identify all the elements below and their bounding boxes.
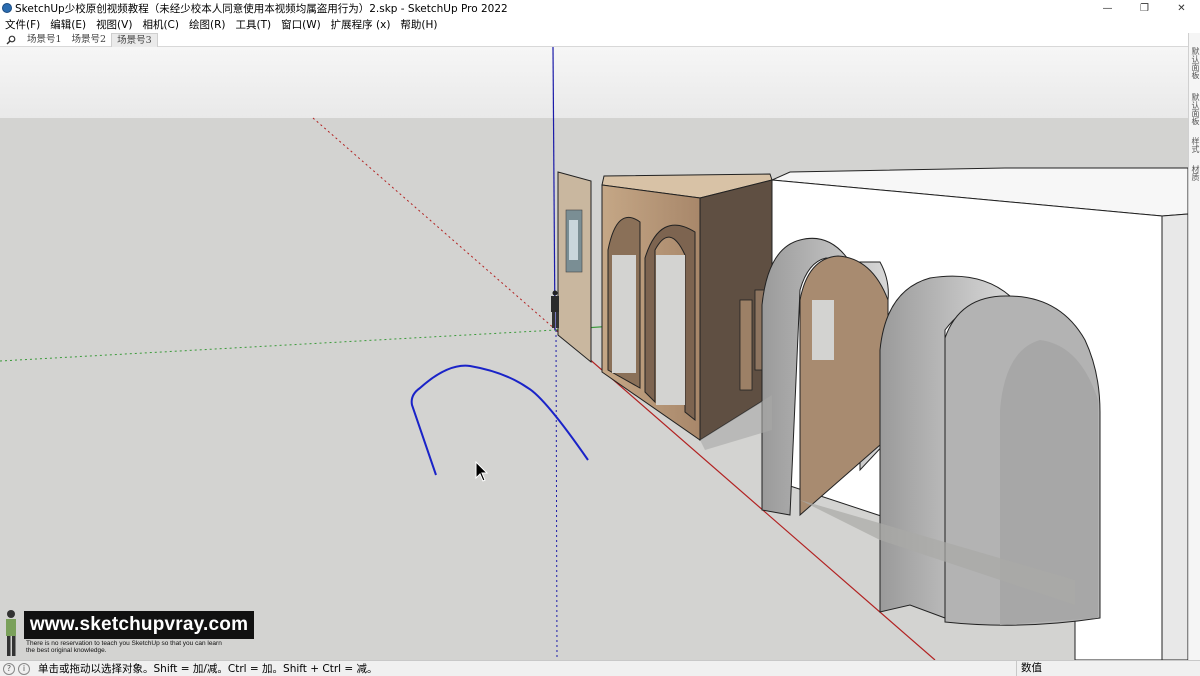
scale-figure	[551, 290, 559, 328]
measurements-box[interactable]: 数值	[1016, 661, 1200, 676]
menu-tools[interactable]: 工具(T)	[230, 17, 276, 32]
menu-help[interactable]: 帮助(H)	[395, 17, 442, 32]
menu-view[interactable]: 视图(V)	[91, 17, 137, 32]
tray-tab-2[interactable]: 默认面板	[1190, 93, 1200, 125]
sky	[0, 47, 1188, 118]
scene-tab-1[interactable]: 场景号1	[22, 33, 67, 47]
window-controls: — ❐ ✕	[1089, 0, 1200, 16]
close-button[interactable]: ✕	[1163, 0, 1200, 16]
default-tray: 默认面板 默认面板 样式 材质	[1188, 33, 1200, 660]
geo-location-icon[interactable]: ?	[3, 662, 15, 675]
scene-tabs-bar: 场景号1 场景号2 场景号3	[0, 32, 1200, 47]
menu-edit[interactable]: 编辑(E)	[45, 17, 91, 32]
window-title: SketchUp少校原创视频教程（未经少校本人同意使用本视频均属盗用行为）2.s…	[15, 2, 508, 15]
scene-tab-3[interactable]: 场景号3	[111, 32, 158, 47]
scene-canvas[interactable]	[0, 47, 1188, 660]
wood-pillar-right	[739, 299, 753, 391]
status-bar: ? i 单击或拖动以选择对象。Shift = 加/减。Ctrl = 加。Shif…	[0, 660, 1200, 676]
magnifier-icon[interactable]	[0, 33, 22, 47]
watermark-site: www.sketchupvray.com	[24, 611, 254, 639]
sketchup-logo-icon	[2, 3, 12, 13]
white-block-side	[1161, 213, 1188, 660]
info-icon[interactable]: i	[18, 662, 30, 675]
minimize-button[interactable]: —	[1089, 0, 1126, 16]
status-hint: 单击或拖动以选择对象。Shift = 加/减。Ctrl = 加。Shift + …	[38, 663, 378, 675]
watermark: www.sketchupvray.com There is no reserva…	[2, 608, 254, 658]
menu-camera[interactable]: 相机(C)	[137, 17, 184, 32]
scene-tab-2[interactable]: 场景号2	[67, 33, 112, 47]
tray-tab-styles[interactable]: 样式	[1190, 137, 1200, 153]
title-bar: SketchUp少校原创视频教程（未经少校本人同意使用本视频均属盗用行为）2.s…	[0, 0, 1200, 16]
menu-bar: 文件(F) 编辑(E) 视图(V) 相机(C) 绘图(R) 工具(T) 窗口(W…	[0, 16, 1200, 33]
tray-tab-materials[interactable]: 材质	[1190, 165, 1200, 181]
watermark-tagline: There is no reservation to teach you Ske…	[26, 640, 222, 654]
menu-file[interactable]: 文件(F)	[0, 17, 45, 32]
modeling-viewport[interactable]	[0, 47, 1188, 660]
menu-window[interactable]: 窗口(W)	[276, 17, 326, 32]
menu-extensions[interactable]: 扩展程序 (x)	[326, 17, 396, 32]
tray-tab-1[interactable]: 默认面板	[1190, 47, 1200, 79]
mouse-cursor-icon	[475, 461, 489, 482]
presenter-figure-icon	[6, 610, 16, 656]
menu-draw[interactable]: 绘图(R)	[184, 17, 231, 32]
measurements-label: 数值	[1021, 662, 1042, 674]
restore-button[interactable]: ❐	[1126, 0, 1163, 16]
